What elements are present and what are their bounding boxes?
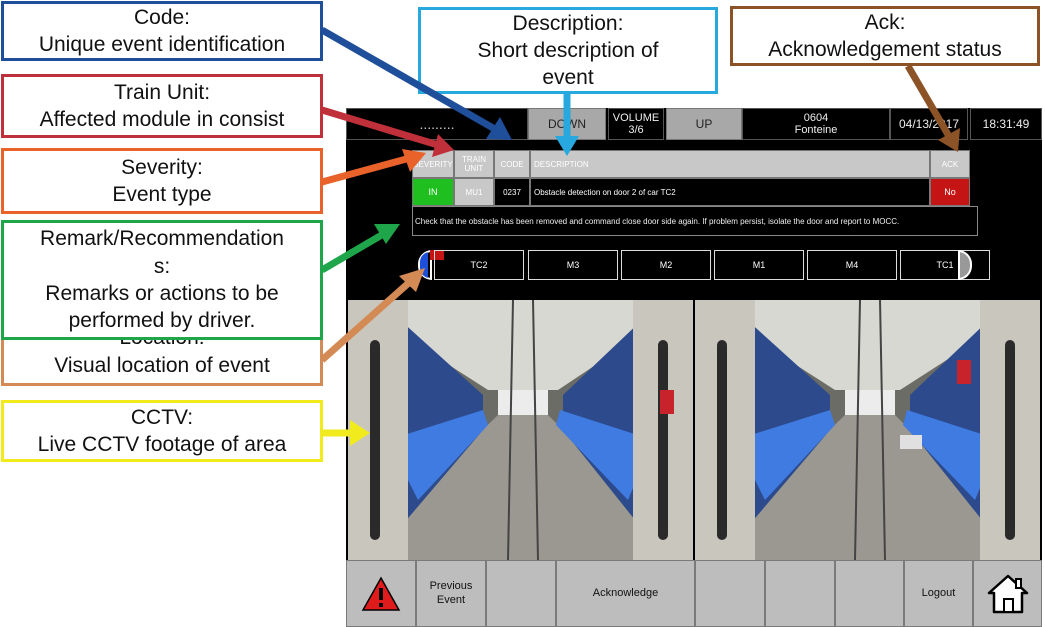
hmi-screen: ......... DOWN VOLUME 3/6 UP 0604 Fontei… bbox=[346, 108, 1042, 627]
bottom-bar: Previous Event Acknowledge Logout bbox=[346, 560, 1042, 627]
callout-ack-desc: Acknowledgement status bbox=[768, 38, 1002, 61]
logout-button[interactable]: Logout bbox=[904, 560, 973, 627]
train-number: 0604 bbox=[803, 112, 829, 124]
status-dots: ......... bbox=[346, 108, 528, 140]
car-tc2[interactable]: TC2 bbox=[434, 250, 524, 280]
car-m3[interactable]: M3 bbox=[528, 250, 618, 280]
volume-value: 3/6 bbox=[628, 124, 644, 136]
callout-code-desc: Unique event identification bbox=[38, 33, 286, 56]
cctv-image-right bbox=[695, 300, 1040, 560]
car-m2[interactable]: M2 bbox=[621, 250, 711, 280]
callout-ack: Ack: Acknowledgement status bbox=[730, 6, 1040, 66]
ack-status-badge: No bbox=[930, 178, 970, 206]
header-description: DESCRIPTION bbox=[530, 150, 930, 178]
callout-description-desc: Short description of event bbox=[477, 38, 659, 90]
callout-train-unit: Train Unit: Affected module in consist bbox=[1, 74, 323, 138]
location-marker bbox=[420, 252, 428, 278]
callout-ack-title: Ack: bbox=[864, 10, 906, 34]
volume-up-button[interactable]: UP bbox=[666, 108, 742, 140]
acknowledge-button[interactable]: Acknowledge bbox=[556, 560, 695, 627]
callout-description: Description: Short description of event bbox=[418, 7, 718, 94]
cctv-feed-right bbox=[695, 300, 1040, 560]
consist-diagram: TC2 M3 M2 M1 M4 TC1 bbox=[418, 250, 990, 280]
header-train-unit: TRAIN UNIT bbox=[454, 150, 494, 178]
header-ack: ACK bbox=[930, 150, 970, 178]
train-unit-cell: MU1 bbox=[454, 178, 494, 206]
table-row[interactable]: IN MU1 0237 Obstacle detection on door 2… bbox=[412, 178, 970, 206]
bottom-slot-7[interactable] bbox=[835, 560, 904, 627]
description-cell: Obstacle detection on door 2 of car TC2 bbox=[530, 178, 930, 206]
top-bar: ......... DOWN VOLUME 3/6 UP 0604 Fontei… bbox=[346, 108, 1042, 140]
time-display: 18:31:49 bbox=[970, 108, 1042, 140]
callout-remark-desc: Remarks or actions to be performed by dr… bbox=[45, 282, 279, 333]
callout-cctv: CCTV: Live CCTV footage of area bbox=[1, 400, 323, 462]
callout-code-title: Code: bbox=[133, 5, 191, 29]
volume-indicator: VOLUME 3/6 bbox=[608, 108, 664, 140]
volume-down-button[interactable]: DOWN bbox=[528, 108, 606, 140]
date-display: 04/13/2017 bbox=[890, 108, 968, 140]
car-m4[interactable]: M4 bbox=[807, 250, 897, 280]
callout-code: Code: Unique event identification bbox=[1, 1, 323, 61]
callout-description-title: Description: bbox=[512, 11, 624, 35]
car-m1[interactable]: M1 bbox=[714, 250, 804, 280]
bottom-slot-6[interactable] bbox=[765, 560, 835, 627]
callout-remark-title: Remark/Recommendation bbox=[40, 227, 284, 251]
header-code: CODE bbox=[494, 150, 530, 178]
bottom-slot-5[interactable] bbox=[695, 560, 765, 627]
volume-label: VOLUME bbox=[612, 112, 660, 124]
callout-train-unit-desc: Affected module in consist bbox=[39, 108, 285, 131]
bottom-slot-3[interactable] bbox=[486, 560, 556, 627]
callout-remark-title-cont: s: bbox=[153, 254, 171, 278]
header-severity: SEVERITY bbox=[412, 150, 454, 178]
callout-remark: Remark/Recommendation s: Remarks or acti… bbox=[1, 220, 323, 340]
callout-severity: Severity: Event type bbox=[1, 148, 323, 214]
home-icon bbox=[987, 574, 1028, 613]
severity-badge: IN bbox=[412, 178, 454, 206]
callout-cctv-desc: Live CCTV footage of area bbox=[37, 433, 287, 456]
cctv-feed-left bbox=[348, 300, 693, 560]
callout-train-unit-title: Train Unit: bbox=[113, 80, 211, 104]
callout-severity-desc: Event type bbox=[112, 183, 212, 206]
code-cell: 0237 bbox=[494, 178, 530, 206]
home-button[interactable] bbox=[973, 560, 1042, 627]
train-station-info: 0604 Fonteine bbox=[742, 108, 890, 140]
event-table-header: SEVERITY TRAIN UNIT CODE DESCRIPTION ACK bbox=[412, 150, 970, 178]
alarm-button[interactable] bbox=[346, 560, 416, 627]
cctv-image-left bbox=[348, 300, 693, 560]
callout-severity-title: Severity: bbox=[121, 155, 203, 179]
previous-event-button[interactable]: Previous Event bbox=[416, 560, 486, 627]
station-name: Fonteine bbox=[794, 124, 838, 136]
remark-text: Check that the obstacle has been removed… bbox=[412, 206, 978, 236]
callout-cctv-title: CCTV: bbox=[130, 405, 194, 429]
callout-location-desc: Visual location of event bbox=[54, 353, 270, 377]
car-tc1[interactable]: TC1 bbox=[900, 250, 990, 280]
warning-triangle-icon bbox=[361, 575, 401, 611]
